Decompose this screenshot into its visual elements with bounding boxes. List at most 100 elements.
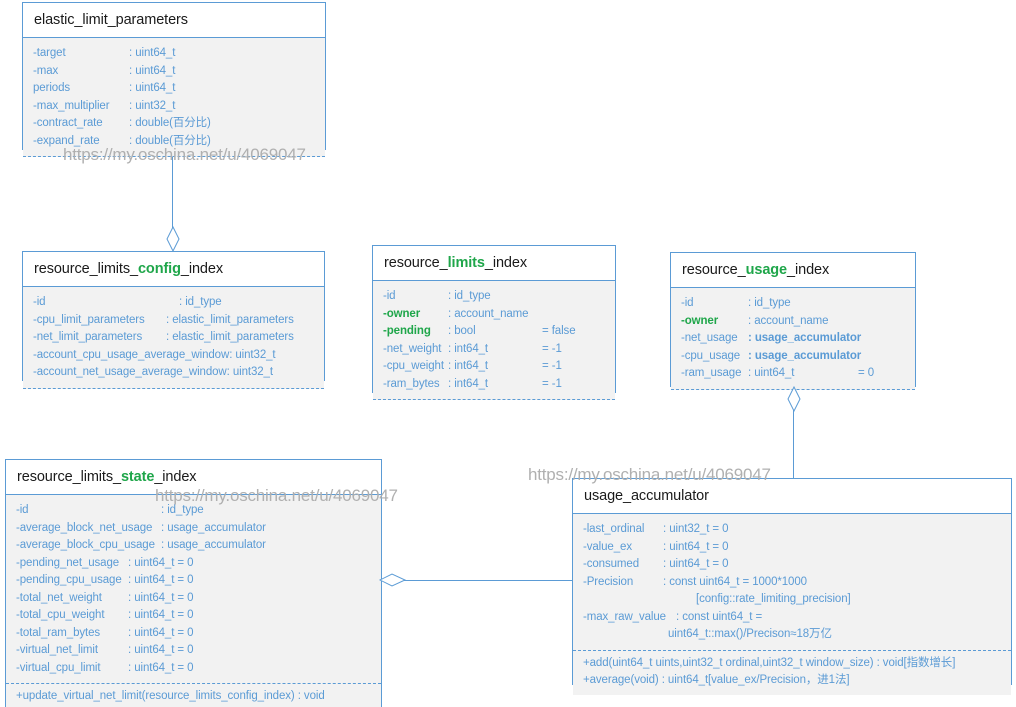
attribute-type: : uint64_t = 0 xyxy=(128,609,194,621)
attribute-row: -max_multiplier: uint32_t xyxy=(23,98,325,116)
attribute-name: -ram_usage xyxy=(681,367,742,379)
attribute-name: -cpu_usage xyxy=(681,349,741,362)
attributes-usage-accumulator: -last_ordinal: uint32_t = 0 -value_ex: u… xyxy=(573,514,1011,650)
attribute-name: -max_raw_value xyxy=(583,610,666,623)
attribute-type: : uint32_t xyxy=(226,366,273,378)
attribute-row: -id: id_type xyxy=(373,288,615,306)
attribute-name: -virtual_net_limit xyxy=(16,644,98,656)
attribute-row: -owner: account_name xyxy=(373,306,615,324)
attribute-name: -id xyxy=(681,297,694,309)
attribute-row: -account_net_usage_average_window: uint3… xyxy=(23,364,324,382)
attribute-type: : int64_t xyxy=(448,377,489,390)
attribute-name: -owner xyxy=(681,314,719,327)
connector-usage-vertical xyxy=(793,410,794,478)
attribute-type: : uint32_t xyxy=(129,99,176,112)
title-part-highlight: config xyxy=(137,261,181,277)
attribute-name: -cpu_weight xyxy=(383,360,444,372)
operation-row: +add(uint64_t uints,uint32_t ordinal,uin… xyxy=(583,656,956,669)
attribute-type: : id_type xyxy=(748,297,791,309)
title-part: _index xyxy=(787,262,830,278)
title-part-highlight: usage xyxy=(745,262,788,278)
attribute-type: : id_type xyxy=(179,296,222,308)
attribute-type: : uint64_t = 0 xyxy=(128,626,194,639)
attribute-type: : account_name xyxy=(748,314,829,327)
attribute-row: -average_block_net_usage : usage_accumula… xyxy=(6,520,381,538)
attribute-name: -ram_bytes xyxy=(383,377,440,390)
title-part: resource_ xyxy=(384,255,448,271)
attribute-row: -id : id_type xyxy=(671,295,915,313)
attribute-row: -cpu_weight : int64_t = -1 xyxy=(373,358,615,376)
title-part-highlight: limits xyxy=(447,255,485,271)
attribute-default: = false xyxy=(542,325,576,337)
attribute-type: : uint64_t xyxy=(748,367,795,379)
attribute-type: : int64_t xyxy=(448,360,489,372)
attribute-type: : uint64_t = 0 xyxy=(663,558,729,570)
attribute-name: -max xyxy=(33,64,59,77)
attribute-name: -account_cpu_usage_average_window xyxy=(33,348,230,361)
attribute-row: -ram_usage : uint64_t = 0 xyxy=(671,365,915,383)
attribute-name: -pending_cpu_usage xyxy=(16,574,122,586)
attribute-row: -net_weight: int64_t = -1 xyxy=(373,341,615,359)
attribute-type: : uint64_t = 0 xyxy=(128,591,194,604)
attribute-row: -id : id_type xyxy=(23,294,324,312)
attribute-name: -average_block_cpu_usage xyxy=(16,539,155,551)
attribute-type: : usage_accumulator xyxy=(748,349,862,362)
attribute-type: : uint64_t = 0 xyxy=(128,644,194,656)
attribute-row: -max_raw_value : const uint64_t = xyxy=(573,609,1011,627)
attribute-name: -account_net_usage_average_window xyxy=(33,366,227,378)
attribute-name: -id xyxy=(33,296,46,308)
attribute-name: -owner xyxy=(383,307,421,320)
attribute-type: : usage_accumulator xyxy=(161,521,266,534)
attribute-type: : uint64_t = 0 xyxy=(663,540,729,553)
title-part: usage_accumulator xyxy=(584,488,709,504)
aggregation-diamond-state xyxy=(379,573,407,587)
attribute-row: -average_block_cpu_usage: usage_accumula… xyxy=(6,537,381,555)
attribute-type: : elastic_limit_parameters xyxy=(166,313,294,326)
attribute-name: -total_net_weight xyxy=(16,591,102,604)
attribute-row: -net_usage: usage_accumulator xyxy=(671,330,915,348)
attribute-row: -net_limit_parameters: elastic_limit_par… xyxy=(23,329,324,347)
aggregation-diamond-config xyxy=(166,226,180,252)
attribute-default: = 0 xyxy=(858,367,875,379)
attribute-row: uint64_t::max()/Precison≈18万亿 xyxy=(573,626,1011,644)
attribute-row: -virtual_cpu_limit: uint64_t = 0 xyxy=(6,660,381,678)
attribute-row: -pending_net_usage: uint64_t = 0 xyxy=(6,555,381,573)
attribute-type: : const uint64_t = xyxy=(676,610,763,623)
attribute-name: -average_block_net_usage xyxy=(16,521,153,534)
class-title-resource-limits-config-index: resource_limits_config_index xyxy=(23,252,324,287)
attribute-row: -account_cpu_usage_average_window: uint3… xyxy=(23,347,324,365)
class-resource-limits-index[interactable]: resource_limits_index -id: id_type -owne… xyxy=(372,245,616,400)
attribute-row: -last_ordinal : uint32_t = 0 xyxy=(573,521,1011,539)
attribute-row: periods: uint64_t xyxy=(23,80,325,98)
class-elastic-limit-parameters[interactable]: elastic_limit_parameters -target: uint64… xyxy=(22,2,326,157)
attribute-row: -Precision: const uint64_t = 1000*1000 xyxy=(573,574,1011,592)
title-part: resource_limits_ xyxy=(34,261,138,277)
attribute-type: : uint64_t = 0 xyxy=(128,661,194,674)
class-usage-accumulator[interactable]: usage_accumulator -last_ordinal : uint32_… xyxy=(572,478,1012,695)
attribute-type: : uint64_t xyxy=(129,47,176,59)
attribute-default: = -1 xyxy=(542,377,562,390)
attribute-row: -max: uint64_t xyxy=(23,63,325,81)
class-resource-usage-index[interactable]: resource_usage_index -id: id_type -owner… xyxy=(670,252,916,390)
attribute-name: -total_cpu_weight xyxy=(16,609,105,621)
class-resource-limits-config-index[interactable]: resource_limits_config_index -id : id_typ… xyxy=(22,251,325,389)
attribute-type: : double(百分比) xyxy=(129,117,211,129)
watermark-middle-right: https://my.oschina.net/u/4069047 xyxy=(528,465,771,484)
operation-row: +update_virtual_net_limit(resource_limit… xyxy=(16,690,325,702)
attribute-name: periods xyxy=(33,82,71,94)
attribute-row: -cpu_usage : usage_accumulator xyxy=(671,348,915,366)
attribute-type: : uint32_t = 0 xyxy=(663,523,729,535)
attribute-name: -total_ram_bytes xyxy=(16,626,101,639)
attribute-type: : uint64_t = 0 xyxy=(128,556,194,569)
attribute-row: -target: uint64_t xyxy=(23,45,325,63)
attribute-default: = -1 xyxy=(542,360,562,372)
operations-resource-limits-state-index: +update_virtual_net_limit(resource_limit… xyxy=(6,683,381,707)
attribute-type: : const uint64_t = 1000*1000 xyxy=(663,575,807,588)
attribute-row: -total_net_weight : uint64_t = 0 xyxy=(6,590,381,608)
attribute-type: [config::rate_limiting_precision] xyxy=(696,593,851,605)
attribute-name: -id xyxy=(383,290,396,302)
attribute-type: : int64_t xyxy=(448,342,489,355)
attribute-name: -last_ordinal xyxy=(583,523,645,535)
title-part: _index xyxy=(484,255,528,271)
attribute-row: -pending_cpu_usage: uint64_t = 0 xyxy=(6,572,381,590)
